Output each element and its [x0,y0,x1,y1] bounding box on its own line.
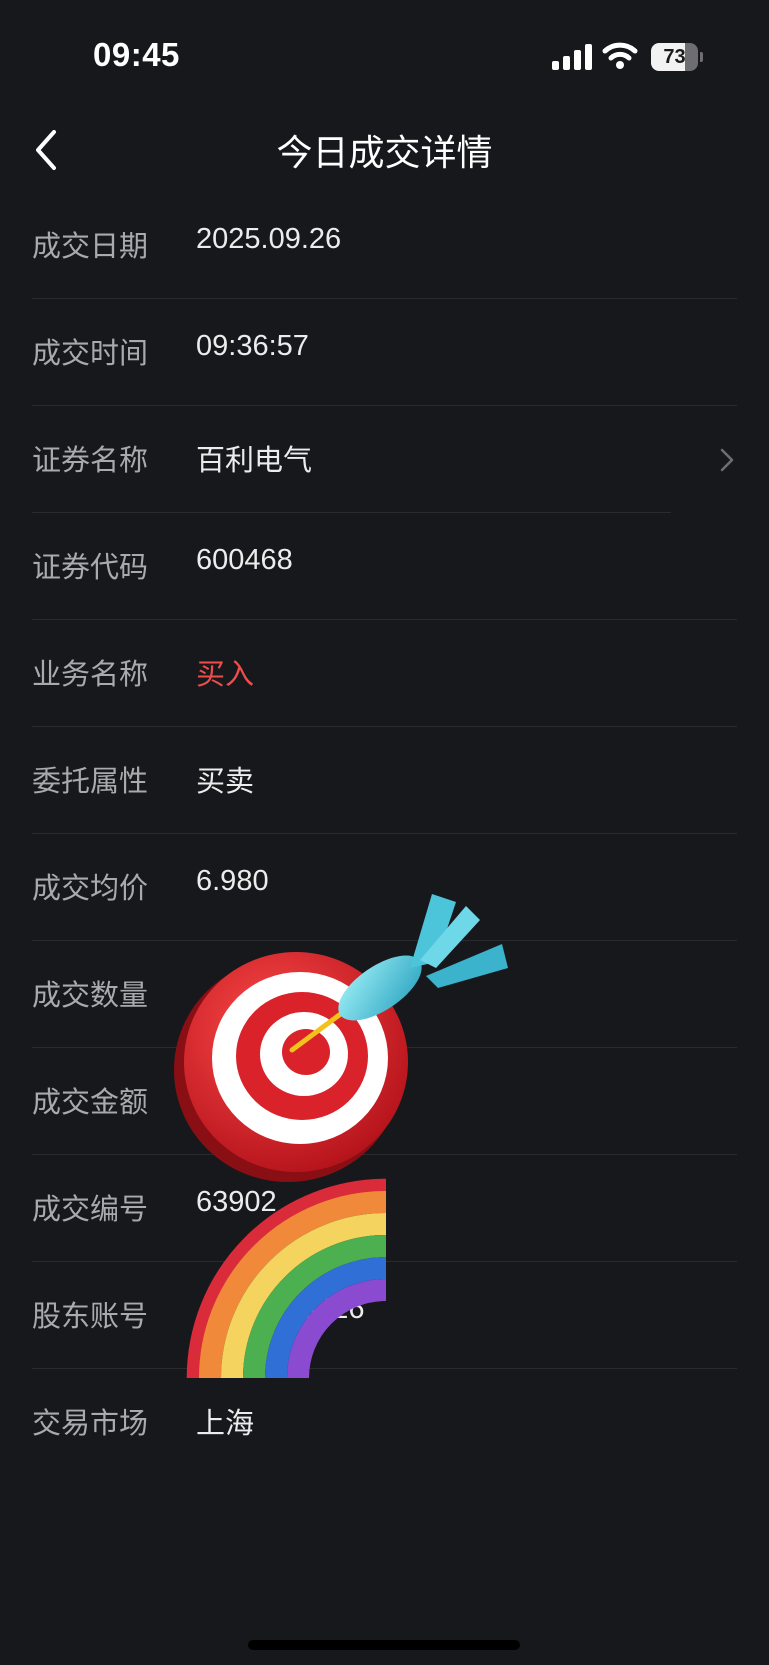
row-trade-date: 成交日期 2025.09.26 [0,192,769,299]
page-title: 今日成交详情 [276,132,493,173]
chevron-right-icon [720,448,734,472]
trade-detail-list: 成交日期 2025.09.26 成交时间 09:36:57 证券名称 百利电气 … [0,192,769,1476]
row-value: 600468 [196,544,293,576]
status-time: 09:45 [93,36,180,73]
row-quantity: 成交数量 [0,941,769,1048]
row-value: 2025.09.26 [196,223,342,255]
row-amount: 成交金额 [0,1048,769,1155]
row-order-attribute: 委托属性 买卖 [0,727,769,834]
row-label: 委托属性 [32,766,149,798]
row-shareholder-account: 股东账号 3226 [0,1262,769,1369]
row-market: 交易市场 上海 [0,1369,769,1476]
row-value: 上海 [196,1408,255,1440]
row-security-name[interactable]: 证券名称 百利电气 [0,406,769,513]
row-label: 成交时间 [32,338,149,370]
row-security-code: 证券代码 600468 [0,513,769,620]
row-label: 成交均价 [32,873,149,905]
row-value: 09:36:57 [196,330,309,362]
status-bar: 09:45 73 [0,0,769,100]
row-trade-time: 成交时间 09:36:57 [0,299,769,406]
row-label: 证券名称 [32,445,149,477]
row-label: 业务名称 [32,659,149,691]
row-value-buy: 买入 [196,659,255,691]
row-avg-price: 成交均价 6.980 [0,834,769,941]
row-label: 股东账号 [32,1301,149,1333]
row-value: 百利电气 [196,445,313,477]
row-value: 3226 [300,1293,365,1325]
row-value: 6.980 [196,865,269,897]
row-label: 成交金额 [32,1087,149,1119]
row-label: 成交数量 [32,980,149,1012]
row-label: 成交日期 [32,231,149,263]
battery-percent: 73 [663,46,686,68]
battery-icon: 73 [651,43,703,71]
row-business-name: 业务名称 买入 [0,620,769,727]
nav-bar: 今日成交详情 [0,100,769,200]
cellular-signal-icon [552,44,592,70]
row-label: 成交编号 [32,1194,149,1226]
row-trade-number: 成交编号 63902 [0,1155,769,1262]
row-label: 交易市场 [32,1408,149,1440]
home-indicator[interactable] [248,1640,520,1650]
row-label: 证券代码 [32,552,149,584]
row-value: 63902 [196,1186,277,1218]
row-value: 买卖 [196,766,255,798]
wifi-icon [602,42,638,69]
